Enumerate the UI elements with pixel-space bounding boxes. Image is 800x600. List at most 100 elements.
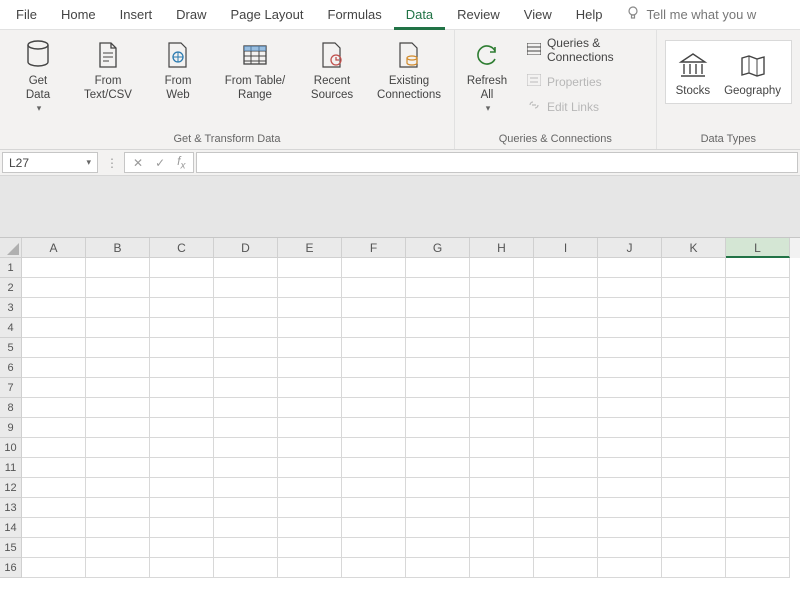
- get-data-button[interactable]: Get Data ▾: [8, 36, 68, 114]
- tab-draw[interactable]: Draw: [164, 0, 218, 30]
- cell-L15[interactable]: [726, 538, 790, 558]
- row-header-3[interactable]: 3: [0, 298, 22, 318]
- cell-L7[interactable]: [726, 378, 790, 398]
- cell-J10[interactable]: [598, 438, 662, 458]
- cell-A7[interactable]: [22, 378, 86, 398]
- cell-E3[interactable]: [278, 298, 342, 318]
- column-header-I[interactable]: I: [534, 238, 598, 258]
- cell-B3[interactable]: [86, 298, 150, 318]
- tab-help[interactable]: Help: [564, 0, 615, 30]
- cell-F3[interactable]: [342, 298, 406, 318]
- cell-I9[interactable]: [534, 418, 598, 438]
- cell-E14[interactable]: [278, 518, 342, 538]
- stocks-button[interactable]: Stocks: [676, 47, 711, 97]
- cell-E13[interactable]: [278, 498, 342, 518]
- cell-I6[interactable]: [534, 358, 598, 378]
- cell-C11[interactable]: [150, 458, 214, 478]
- cell-A2[interactable]: [22, 278, 86, 298]
- queries-connections-button[interactable]: Queries & Connections: [527, 36, 642, 64]
- cell-K5[interactable]: [662, 338, 726, 358]
- cell-H15[interactable]: [470, 538, 534, 558]
- tab-data[interactable]: Data: [394, 0, 445, 30]
- cell-E9[interactable]: [278, 418, 342, 438]
- row-header-1[interactable]: 1: [0, 258, 22, 278]
- cell-H14[interactable]: [470, 518, 534, 538]
- cell-I4[interactable]: [534, 318, 598, 338]
- cell-B7[interactable]: [86, 378, 150, 398]
- tab-page-layout[interactable]: Page Layout: [219, 0, 316, 30]
- cell-J9[interactable]: [598, 418, 662, 438]
- cell-J7[interactable]: [598, 378, 662, 398]
- cell-B8[interactable]: [86, 398, 150, 418]
- cell-I2[interactable]: [534, 278, 598, 298]
- cell-J16[interactable]: [598, 558, 662, 578]
- cell-L9[interactable]: [726, 418, 790, 438]
- cell-D14[interactable]: [214, 518, 278, 538]
- cell-K13[interactable]: [662, 498, 726, 518]
- cell-J1[interactable]: [598, 258, 662, 278]
- cell-A16[interactable]: [22, 558, 86, 578]
- cell-D16[interactable]: [214, 558, 278, 578]
- cell-B1[interactable]: [86, 258, 150, 278]
- column-header-C[interactable]: C: [150, 238, 214, 258]
- cell-K11[interactable]: [662, 458, 726, 478]
- cell-L10[interactable]: [726, 438, 790, 458]
- cell-C13[interactable]: [150, 498, 214, 518]
- cell-H7[interactable]: [470, 378, 534, 398]
- cell-C14[interactable]: [150, 518, 214, 538]
- cell-C3[interactable]: [150, 298, 214, 318]
- tab-insert[interactable]: Insert: [108, 0, 165, 30]
- cell-K9[interactable]: [662, 418, 726, 438]
- column-header-F[interactable]: F: [342, 238, 406, 258]
- cell-F13[interactable]: [342, 498, 406, 518]
- cell-G4[interactable]: [406, 318, 470, 338]
- cell-E11[interactable]: [278, 458, 342, 478]
- select-all-button[interactable]: [0, 238, 22, 258]
- row-header-10[interactable]: 10: [0, 438, 22, 458]
- cell-A15[interactable]: [22, 538, 86, 558]
- cell-G10[interactable]: [406, 438, 470, 458]
- cell-C6[interactable]: [150, 358, 214, 378]
- cell-K6[interactable]: [662, 358, 726, 378]
- cell-F10[interactable]: [342, 438, 406, 458]
- geography-button[interactable]: Geography: [724, 47, 781, 97]
- cell-K15[interactable]: [662, 538, 726, 558]
- cell-D5[interactable]: [214, 338, 278, 358]
- cell-H5[interactable]: [470, 338, 534, 358]
- cell-C16[interactable]: [150, 558, 214, 578]
- cell-C8[interactable]: [150, 398, 214, 418]
- cell-D4[interactable]: [214, 318, 278, 338]
- cell-J5[interactable]: [598, 338, 662, 358]
- cell-H3[interactable]: [470, 298, 534, 318]
- cell-I8[interactable]: [534, 398, 598, 418]
- cell-K16[interactable]: [662, 558, 726, 578]
- tab-file[interactable]: File: [4, 0, 49, 30]
- cell-L2[interactable]: [726, 278, 790, 298]
- cell-B2[interactable]: [86, 278, 150, 298]
- row-header-4[interactable]: 4: [0, 318, 22, 338]
- cell-J2[interactable]: [598, 278, 662, 298]
- row-header-6[interactable]: 6: [0, 358, 22, 378]
- from-table-range-button[interactable]: From Table/ Range: [218, 36, 292, 114]
- cell-D1[interactable]: [214, 258, 278, 278]
- cell-D7[interactable]: [214, 378, 278, 398]
- cell-J13[interactable]: [598, 498, 662, 518]
- column-header-A[interactable]: A: [22, 238, 86, 258]
- cell-F6[interactable]: [342, 358, 406, 378]
- tab-view[interactable]: View: [512, 0, 564, 30]
- cell-K8[interactable]: [662, 398, 726, 418]
- cell-H4[interactable]: [470, 318, 534, 338]
- tab-formulas[interactable]: Formulas: [316, 0, 394, 30]
- cell-I10[interactable]: [534, 438, 598, 458]
- from-web-button[interactable]: From Web: [148, 36, 208, 114]
- cell-A6[interactable]: [22, 358, 86, 378]
- cell-C4[interactable]: [150, 318, 214, 338]
- cell-I16[interactable]: [534, 558, 598, 578]
- cell-C10[interactable]: [150, 438, 214, 458]
- cell-I1[interactable]: [534, 258, 598, 278]
- cell-A12[interactable]: [22, 478, 86, 498]
- cell-I13[interactable]: [534, 498, 598, 518]
- fx-button[interactable]: fx: [177, 154, 185, 171]
- cell-L6[interactable]: [726, 358, 790, 378]
- cell-C12[interactable]: [150, 478, 214, 498]
